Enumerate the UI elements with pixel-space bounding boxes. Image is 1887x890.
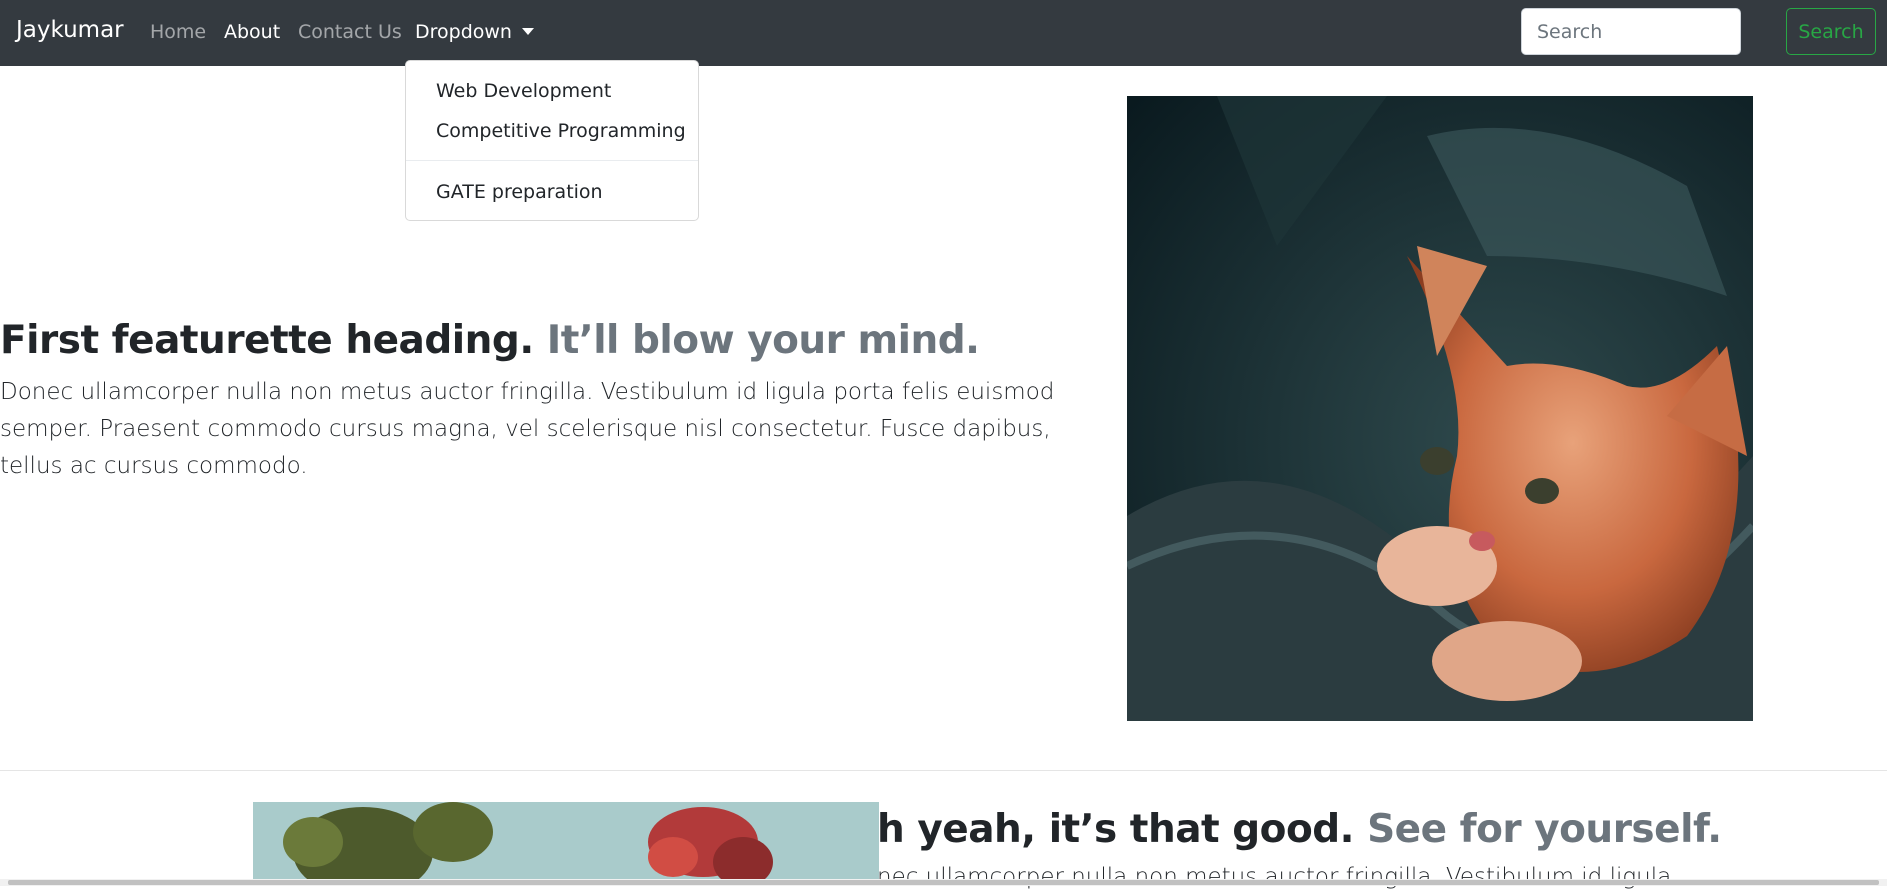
search-button[interactable]: Search bbox=[1786, 8, 1876, 55]
featurette-divider bbox=[0, 770, 1887, 771]
flower-image bbox=[253, 802, 879, 886]
dropdown-menu: Web Development Competitive Programming … bbox=[405, 60, 699, 221]
featurette-heading-muted: It’ll blow your mind. bbox=[546, 318, 980, 363]
featurette-heading-2-muted: See for yourself. bbox=[1367, 807, 1722, 852]
featurette-lead: Donec ullamcorper nulla non metus auctor… bbox=[0, 379, 1055, 479]
nav-link-about[interactable]: About bbox=[224, 21, 280, 43]
featurette-heading-2-main: h yeah, it’s that good. bbox=[877, 807, 1355, 852]
horizontal-scrollbar[interactable] bbox=[0, 879, 1887, 886]
nav-dropdown-label: Dropdown bbox=[415, 21, 512, 43]
kitten-image bbox=[1127, 96, 1753, 721]
navbar: Jaykumar Home About Contact Us Dropdown … bbox=[0, 0, 1887, 66]
nav-link-home[interactable]: Home bbox=[150, 21, 206, 43]
nav-link-contact-us[interactable]: Contact Us bbox=[298, 21, 402, 43]
dropdown-item-gate-preparation[interactable]: GATE preparation bbox=[436, 181, 603, 203]
caret-down-icon bbox=[521, 28, 534, 35]
dropdown-item-web-development[interactable]: Web Development bbox=[436, 80, 611, 102]
featurette-lead-2: nec ullamcorper nulla non metus auctor f… bbox=[877, 864, 1672, 890]
featurette-heading-main: First featurette heading. bbox=[0, 318, 534, 363]
search-input[interactable] bbox=[1521, 8, 1741, 55]
dropdown-divider bbox=[406, 160, 698, 161]
featurette-heading-2: h yeah, it’s that good. See for yourself… bbox=[877, 807, 1722, 852]
navbar-brand[interactable]: Jaykumar bbox=[16, 17, 124, 43]
nav-dropdown-toggle[interactable]: Dropdown bbox=[415, 21, 534, 43]
featurette-heading: First featurette heading. It’ll blow you… bbox=[0, 318, 980, 363]
scrollbar-thumb[interactable] bbox=[8, 880, 1879, 885]
dropdown-item-competitive-programming[interactable]: Competitive Programming bbox=[436, 120, 686, 142]
